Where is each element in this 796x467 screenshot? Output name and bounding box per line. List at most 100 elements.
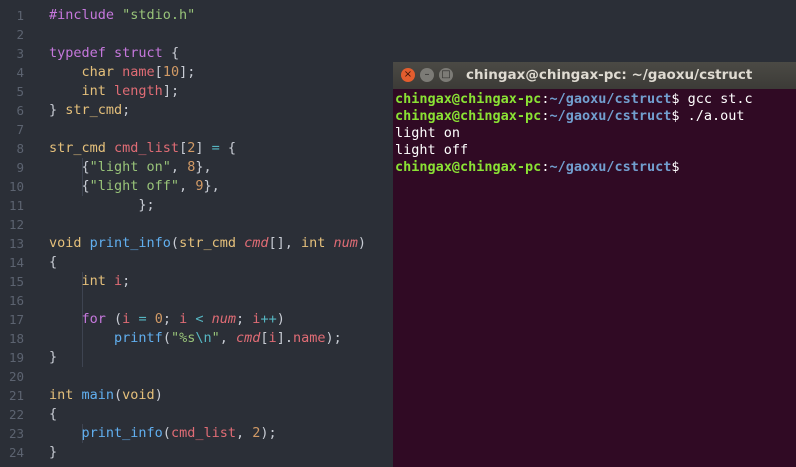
code-token: } — [49, 102, 66, 118]
code-token: ( — [170, 235, 180, 251]
code-text: } — [49, 348, 57, 367]
line-number: 4 — [16, 65, 24, 80]
code-token: [ — [260, 330, 269, 346]
line-number: 20 — [8, 369, 24, 384]
code-token: num — [333, 235, 358, 251]
code-token: #include — [49, 7, 123, 23]
code-token: str_cmd — [49, 140, 115, 156]
code-token: { — [49, 178, 90, 194]
close-button[interactable]: × — [401, 68, 415, 82]
code-text: int i; — [49, 272, 131, 291]
maximize-button[interactable]: □ — [439, 68, 453, 82]
terminal-window[interactable]: × – □ chingax@chingax-pc: ~/gaoxu/cstruc… — [393, 62, 796, 467]
terminal-text: ./a.out — [679, 108, 745, 124]
prompt-directory: ~/gaoxu/cstruct — [549, 159, 672, 175]
code-token: [ — [179, 140, 188, 156]
code-token: [ — [154, 64, 163, 80]
code-text: for (i = 0; i < num; i++) — [49, 310, 285, 329]
line-number: 6 — [16, 103, 24, 118]
code-token: for — [81, 311, 115, 327]
line-number: 17 — [8, 312, 24, 327]
line-number: 10 — [8, 179, 24, 194]
code-token: "%s — [170, 330, 196, 346]
code-token: ; — [122, 102, 131, 118]
code-token: char — [81, 64, 123, 80]
line-number: 13 — [8, 236, 24, 251]
code-token: = — [138, 311, 155, 327]
line-number: 7 — [16, 122, 24, 137]
code-token: ( — [114, 387, 123, 403]
prompt-user: chingax@chingax-pc — [395, 159, 542, 175]
code-token: ; — [122, 273, 131, 289]
terminal-text: light on — [395, 125, 461, 141]
code-token: ++ — [260, 311, 277, 327]
minimize-button[interactable]: – — [420, 68, 434, 82]
terminal-output[interactable]: chingax@chingax-pc:~/gaoxu/cstruct$ gcc … — [395, 91, 753, 176]
code-line: 3 typedef struct { — [0, 44, 796, 63]
code-token: ; — [236, 311, 253, 327]
line-number: 9 — [16, 160, 24, 175]
code-token: 10 — [162, 64, 180, 80]
code-token: , — [235, 425, 253, 441]
code-text: char name[10]; — [49, 63, 196, 82]
code-text: printf("%s\n", cmd[i].name); — [49, 329, 342, 348]
code-token: , — [179, 178, 196, 194]
line-number: 11 — [8, 198, 24, 213]
line-number: 15 — [8, 274, 24, 289]
code-token: \n — [195, 330, 212, 346]
code-token: ) — [357, 235, 367, 251]
code-token: ]. — [276, 330, 293, 346]
terminal-titlebar[interactable]: × – □ chingax@chingax-pc: ~/gaoxu/cstruc… — [393, 62, 796, 89]
code-text: { — [49, 253, 57, 272]
code-token: < — [195, 311, 212, 327]
code-token: { — [49, 254, 58, 270]
terminal-line: chingax@chingax-pc:~/gaoxu/cstruct$ — [395, 159, 753, 176]
prompt-symbol: $ — [671, 91, 680, 107]
code-token: ) — [154, 387, 163, 403]
code-token: str_cmd — [179, 235, 245, 251]
code-token: print_info — [89, 235, 171, 251]
code-token: void — [49, 235, 90, 251]
line-number: 14 — [8, 255, 24, 270]
terminal-line: chingax@chingax-pc:~/gaoxu/cstruct$ gcc … — [395, 91, 753, 108]
code-token: "stdio.h" — [122, 7, 196, 23]
code-token: "light off" — [89, 178, 180, 194]
code-token: , — [219, 330, 237, 346]
code-token: cmd — [244, 235, 269, 251]
line-number: 2 — [16, 27, 24, 42]
terminal-title: chingax@chingax-pc: ~/gaoxu/cstruct — [466, 67, 753, 83]
code-token: cmd_list — [170, 425, 236, 441]
code-token: { — [227, 140, 237, 156]
code-token: " — [211, 330, 220, 346]
code-token: i — [122, 311, 139, 327]
code-text: str_cmd cmd_list[2] = { — [49, 139, 236, 158]
code-token: i — [114, 273, 123, 289]
code-text: } — [49, 443, 57, 462]
code-token: ) — [276, 311, 285, 327]
code-text: {"light on", 8}, — [49, 158, 212, 177]
code-text: typedef struct { — [49, 44, 179, 63]
code-token: ]; — [162, 83, 180, 99]
code-token: typedef — [49, 45, 115, 61]
code-token: int — [49, 387, 82, 403]
terminal-text: light off — [395, 142, 469, 158]
code-token: ( — [114, 311, 123, 327]
prompt-symbol: $ — [671, 159, 680, 175]
code-token: { — [49, 159, 90, 175]
code-token: ( — [162, 330, 171, 346]
code-token: ); — [325, 330, 342, 346]
line-number: 16 — [8, 293, 24, 308]
code-token: i — [179, 311, 196, 327]
code-token: ); — [260, 425, 277, 441]
code-token: ( — [162, 425, 171, 441]
prompt-user: chingax@chingax-pc — [395, 91, 542, 107]
code-token: struct — [114, 45, 171, 61]
code-text: int length]; — [49, 82, 180, 101]
code-token: name — [292, 330, 326, 346]
